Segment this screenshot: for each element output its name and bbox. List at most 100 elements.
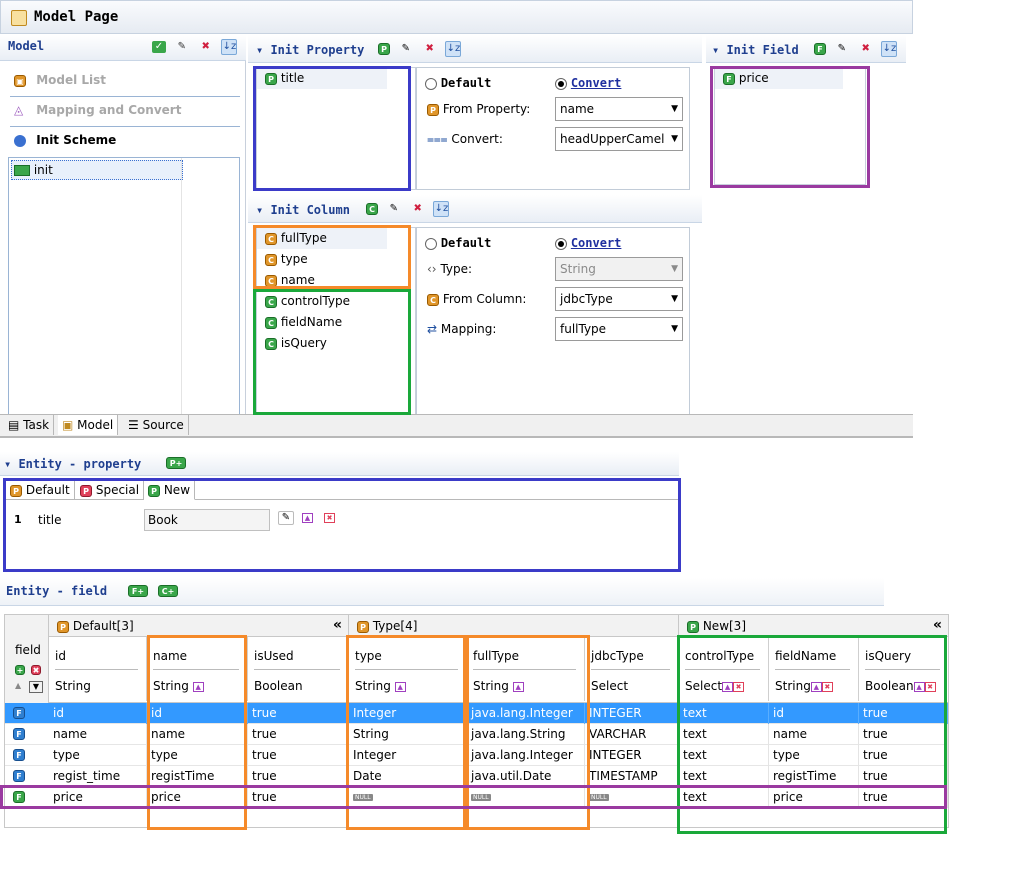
edit-icon[interactable]: ✎ xyxy=(398,41,414,57)
mapping-icon: ⇄ xyxy=(427,322,438,336)
col-isused[interactable]: isUsed Boolean xyxy=(248,637,349,701)
group-new-label: P New[3] xyxy=(687,619,746,633)
add-icon[interactable]: ✓ xyxy=(152,41,166,53)
add-column-icon[interactable]: C xyxy=(366,203,378,215)
model-icon: ▣ xyxy=(62,418,74,432)
init-property-toolbar: P ✎ ✖ ↓z xyxy=(378,41,462,57)
group-default[interactable]: P Default[3] « xyxy=(49,615,349,637)
group-new[interactable]: P New[3] « xyxy=(679,615,948,637)
convert-radio[interactable]: Convert xyxy=(555,236,621,250)
property-icon: P xyxy=(427,103,439,116)
scheme-list[interactable]: init xyxy=(8,157,240,415)
init-property-title: ▾ Init Property xyxy=(256,43,365,57)
default-radio[interactable]: Default xyxy=(425,76,491,90)
add-field-icon[interactable]: F+ xyxy=(128,585,148,597)
table-cell[interactable]: INTEGER xyxy=(585,703,679,724)
mapping-select[interactable]: fullType ▼ xyxy=(555,317,683,341)
table-cell[interactable]: true xyxy=(248,703,349,724)
delete-icon[interactable]: ✖ xyxy=(422,41,438,57)
editor-tabs: ▤ Task ▣ Model ☰ Source xyxy=(0,414,913,438)
init-column-toolbar: C ✎ ✖ ↓z xyxy=(366,201,450,217)
nav-mapping-convert[interactable]: ◬ Mapping and Convert xyxy=(14,103,181,117)
table-cell[interactable]: INTEGER xyxy=(585,745,679,766)
tab-source[interactable]: ☰ Source xyxy=(124,415,189,435)
field-row-header: field + ✖ ▲ ▼ xyxy=(5,615,49,703)
tab-model[interactable]: ▣ Model xyxy=(58,415,119,435)
group-type[interactable]: P Type[4] xyxy=(349,615,679,637)
field-row-icon: F xyxy=(13,707,25,719)
divider xyxy=(10,126,240,127)
highlight-box xyxy=(710,66,870,188)
list-item[interactable]: init xyxy=(11,160,183,180)
entity-field-title: Entity - field xyxy=(6,584,108,598)
type-group-icon: P xyxy=(357,620,369,633)
title-bar: Model Page xyxy=(0,0,913,34)
default-radio[interactable]: Default xyxy=(425,236,491,250)
nav-model-list[interactable]: ▣ Model List xyxy=(14,73,106,87)
nav-init-scheme[interactable]: Init Scheme xyxy=(14,133,116,147)
model-list-icon: ▣ xyxy=(14,74,26,87)
init-property-header: ▾ Init Property P ✎ ✖ ↓z xyxy=(248,35,702,63)
model-header-title: Model xyxy=(8,39,45,53)
type-label: ‹› Type: xyxy=(427,262,473,276)
table-cell[interactable]: name xyxy=(49,724,147,745)
edit-icon[interactable]: ✎ xyxy=(834,41,850,57)
table-cell[interactable]: true xyxy=(248,724,349,745)
col-id[interactable]: id String xyxy=(49,637,147,701)
table-cell[interactable]: TIMESTAMP xyxy=(585,766,679,787)
column-divider xyxy=(181,158,182,414)
collapse-icon[interactable]: « xyxy=(933,617,942,633)
highlight-box xyxy=(0,785,947,809)
type-icon: ‹› xyxy=(427,262,437,276)
highlight-box xyxy=(253,225,411,289)
collapse-icon[interactable]: « xyxy=(333,617,342,633)
sort-icon[interactable]: ↓z xyxy=(445,41,462,57)
type-select: String ▼ xyxy=(555,257,683,281)
table-cell[interactable]: true xyxy=(248,766,349,787)
from-column-label: C From Column: xyxy=(427,292,526,306)
convert-radio[interactable]: Convert xyxy=(555,76,621,90)
from-property-select[interactable]: name ▼ xyxy=(555,97,683,121)
delete-icon[interactable]: ✖ xyxy=(410,201,426,217)
model-header: Model ✓ ✎ ✖ ↓z xyxy=(0,35,246,61)
edit-icon[interactable]: ✎ xyxy=(174,39,190,55)
convert-label: ⩶ Convert: xyxy=(427,132,503,146)
group-default-label: P Default[3] xyxy=(57,619,134,633)
sort-icon[interactable]: ↓z xyxy=(881,41,898,57)
divider xyxy=(10,96,240,97)
add-field-icon[interactable]: F xyxy=(814,43,826,55)
move-up-icon[interactable]: ▲ xyxy=(15,681,21,690)
table-cell[interactable]: regist_time xyxy=(49,766,147,787)
column-convert-panel: Default Convert ‹› Type: String ▼ C From … xyxy=(416,227,690,415)
mapping-label: ⇄ Mapping: xyxy=(427,322,497,336)
add-property-icon[interactable]: P+ xyxy=(166,457,186,469)
field-row-icon: F xyxy=(13,728,25,740)
add-row-icon[interactable]: + xyxy=(15,665,25,675)
table-cell[interactable]: type xyxy=(49,745,147,766)
convert-select[interactable]: headUpperCamel ▼ xyxy=(555,127,683,151)
source-icon: ☰ xyxy=(128,418,139,432)
mapping-icon: ◬ xyxy=(14,103,24,117)
highlight-box xyxy=(3,478,681,572)
delete-icon[interactable]: ✖ xyxy=(858,41,874,57)
model-panel: Model ✓ ✎ ✖ ↓z ▣ Model List ◬ Mapping an… xyxy=(0,35,246,415)
move-down-icon[interactable]: ▼ xyxy=(29,681,43,693)
delete-icon[interactable]: ✖ xyxy=(198,39,214,55)
table-cell[interactable]: true xyxy=(248,745,349,766)
convert-icon: ⩶ xyxy=(427,132,448,146)
add-property-icon[interactable]: P xyxy=(378,43,390,55)
entity-property-header: ▾ Entity - property P+ xyxy=(0,452,679,476)
from-column-select[interactable]: jdbcType ▼ xyxy=(555,287,683,311)
table-cell[interactable]: VARCHAR xyxy=(585,724,679,745)
tab-task[interactable]: ▤ Task xyxy=(4,415,55,435)
sort-icon[interactable]: ↓z xyxy=(221,39,238,55)
scheme-item-icon xyxy=(14,165,30,176)
table-cell[interactable]: id xyxy=(49,703,147,724)
edit-icon[interactable]: ✎ xyxy=(386,201,402,217)
field-label: field xyxy=(15,643,41,657)
remove-row-icon[interactable]: ✖ xyxy=(31,665,41,675)
add-column-icon[interactable]: C+ xyxy=(158,585,178,597)
col-jdbctype[interactable]: jdbcType Select xyxy=(585,637,679,701)
sort-icon[interactable]: ↓z xyxy=(433,201,450,217)
entity-property-title: ▾ Entity - property xyxy=(4,457,142,471)
